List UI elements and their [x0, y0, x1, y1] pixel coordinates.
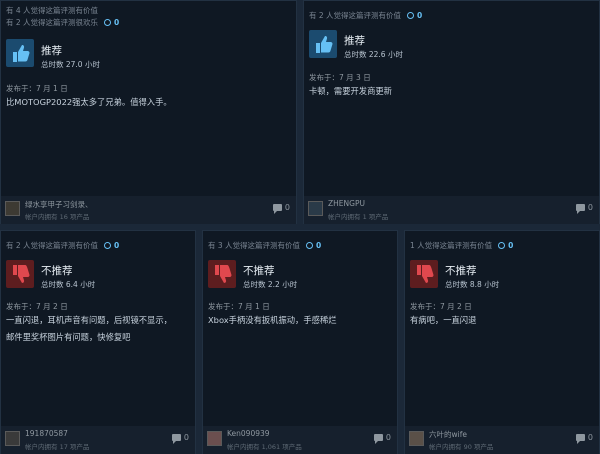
comment-count-value: 0 — [183, 433, 189, 442]
helpful-count-text: 有 2 人觉得这篇评测有价值 — [309, 11, 402, 20]
posted-date: 发布于：7 月 2 日 — [6, 302, 68, 311]
comment-count[interactable]: 0 — [373, 433, 391, 444]
review-text-line: 卡顿，需要开发商更新 — [309, 86, 392, 96]
comment-count-value: 0 — [587, 203, 593, 212]
comment-icon — [575, 434, 585, 444]
posted-date: 发布于：7 月 3 日 — [309, 73, 371, 82]
verdict-label: 不推荐 — [41, 265, 73, 277]
thumbs-up-icon — [309, 30, 337, 58]
posted-date: 发布于：7 月 1 日 — [6, 84, 68, 93]
review-footer: ZHENGPU 帐户内拥有 1 项产品 0 — [304, 196, 599, 224]
posted-date: 发布于：7 月 1 日 — [208, 302, 270, 311]
award-count-value: 0 — [114, 18, 120, 27]
avatar[interactable] — [5, 431, 20, 446]
comment-count-value: 0 — [587, 433, 593, 442]
review-text: 有病吧，一直闪退 — [410, 312, 476, 329]
award-count-value: 0 — [417, 11, 423, 20]
helpful-count-text: 1 人觉得这篇评测有价值 — [410, 241, 493, 250]
playtime: 总时数 27.0 小时 — [41, 60, 100, 69]
review-text-line: 有病吧，一直闪退 — [410, 315, 477, 325]
award-count[interactable]: 0 — [306, 241, 321, 250]
avatar[interactable] — [207, 431, 222, 446]
posted-date: 发布于：7 月 2 日 — [410, 302, 472, 311]
review-card[interactable]: 有 2 人觉得这篇评测有价值 0 推荐 总时数 22.6 小时 发布于：7 月 3… — [303, 0, 600, 224]
review-text: Xbox手柄没有扳机振动，手感稀烂 — [208, 312, 337, 329]
products-owned: 帐户内拥有 16 项产品 — [25, 213, 90, 221]
products-owned: 帐户内拥有 1,061 项产品 — [227, 443, 302, 451]
comment-icon — [373, 434, 383, 444]
avatar[interactable] — [308, 201, 323, 216]
comment-count[interactable]: 0 — [575, 433, 593, 444]
products-owned: 帐户内拥有 1 项产品 — [328, 213, 389, 221]
comment-icon — [171, 434, 181, 444]
award-icon — [498, 242, 506, 249]
verdict-label: 推荐 — [344, 35, 365, 47]
award-count-value: 0 — [114, 241, 120, 250]
verdict-label: 不推荐 — [445, 265, 477, 277]
funny-count: 有 2 人觉得这篇评测很欢乐 0 — [6, 17, 119, 28]
author-name[interactable]: 191870587 — [25, 429, 68, 438]
thumbs-down-icon — [410, 260, 438, 288]
playtime: 总时数 2.2 小时 — [243, 280, 298, 289]
review-text: 比MOTOGP2022强太多了兄弟。值得入手。 — [6, 94, 172, 111]
helpful-count: 有 2 人觉得这篇评测有价值 0 — [6, 240, 119, 251]
author-name[interactable]: Ken090939 — [227, 429, 270, 438]
award-count[interactable]: 0 — [104, 18, 119, 27]
review-text-line: 邮件里奖杯图片有问题，快修复吧 — [6, 332, 131, 342]
avatar[interactable] — [409, 431, 424, 446]
award-icon — [104, 242, 112, 249]
award-icon — [104, 19, 112, 26]
review-card[interactable]: 1 人觉得这篇评测有价值 0 不推荐 总时数 8.8 小时 发布于：7 月 2 日… — [404, 230, 600, 454]
helpful-count: 有 4 人觉得这篇评测有价值 — [6, 6, 99, 15]
review-text: 一直闪退，耳机声音有问题，后视镜不显示， 邮件里奖杯图片有问题，快修复吧 — [6, 312, 172, 346]
review-footer: 六叶的wife 帐户内拥有 90 项产品 0 — [405, 426, 599, 454]
helpful-count: 1 人觉得这篇评测有价值 0 — [410, 240, 513, 251]
award-icon — [407, 12, 415, 19]
products-owned: 帐户内拥有 17 项产品 — [25, 443, 90, 451]
comment-count[interactable]: 0 — [272, 203, 290, 214]
review-footer: 绿水享甲子习剑录、 帐户内拥有 16 项产品 0 — [1, 196, 296, 224]
review-text-line: 比MOTOGP2022强太多了兄弟。值得入手。 — [6, 97, 172, 107]
award-icon — [306, 242, 314, 249]
helpful-count-text: 有 3 人觉得这篇评测有价值 — [208, 241, 301, 250]
award-count-value: 0 — [316, 241, 322, 250]
comment-count[interactable]: 0 — [171, 433, 189, 444]
award-count[interactable]: 0 — [407, 11, 422, 20]
thumbs-down-icon — [208, 260, 236, 288]
author-name[interactable]: 六叶的wife — [429, 429, 467, 440]
comment-count-value: 0 — [385, 433, 391, 442]
review-text-line: Xbox手柄没有扳机振动，手感稀烂 — [208, 315, 337, 325]
comment-icon — [575, 204, 585, 214]
products-owned: 帐户内拥有 90 项产品 — [429, 443, 494, 451]
review-card[interactable]: 有 3 人觉得这篇评测有价值 0 不推荐 总时数 2.2 小时 发布于：7 月 1… — [202, 230, 398, 454]
playtime: 总时数 22.6 小时 — [344, 50, 403, 59]
author-name[interactable]: ZHENGPU — [328, 199, 365, 208]
review-card[interactable]: 有 2 人觉得这篇评测有价值 0 不推荐 总时数 6.4 小时 发布于：7 月 2… — [0, 230, 196, 454]
review-text-line: 一直闪退，耳机声音有问题，后视镜不显示， — [6, 315, 172, 325]
playtime: 总时数 6.4 小时 — [41, 280, 96, 289]
award-count-value: 0 — [508, 241, 514, 250]
review-footer: Ken090939 帐户内拥有 1,061 项产品 0 — [203, 426, 397, 454]
thumbs-down-icon — [6, 260, 34, 288]
award-count[interactable]: 0 — [498, 241, 513, 250]
playtime: 总时数 8.8 小时 — [445, 280, 500, 289]
funny-count-text: 有 2 人觉得这篇评测很欢乐 — [6, 18, 99, 27]
helpful-count: 有 3 人觉得这篇评测有价值 0 — [208, 240, 321, 251]
author-name[interactable]: 绿水享甲子习剑录、 — [25, 199, 93, 210]
comment-icon — [272, 204, 282, 214]
comment-count-value: 0 — [284, 203, 290, 212]
helpful-count-text: 有 2 人觉得这篇评测有价值 — [6, 241, 99, 250]
review-text: 卡顿，需要开发商更新 — [309, 83, 392, 100]
helpful-count: 有 2 人觉得这篇评测有价值 0 — [309, 10, 422, 21]
verdict-label: 推荐 — [41, 45, 62, 57]
thumbs-up-icon — [6, 39, 34, 67]
verdict-label: 不推荐 — [243, 265, 275, 277]
comment-count[interactable]: 0 — [575, 203, 593, 214]
avatar[interactable] — [5, 201, 20, 216]
review-card[interactable]: 有 4 人觉得这篇评测有价值 有 2 人觉得这篇评测很欢乐 0 推荐 总时数 27… — [0, 0, 297, 224]
review-footer: 191870587 帐户内拥有 17 项产品 0 — [1, 426, 195, 454]
award-count[interactable]: 0 — [104, 241, 119, 250]
